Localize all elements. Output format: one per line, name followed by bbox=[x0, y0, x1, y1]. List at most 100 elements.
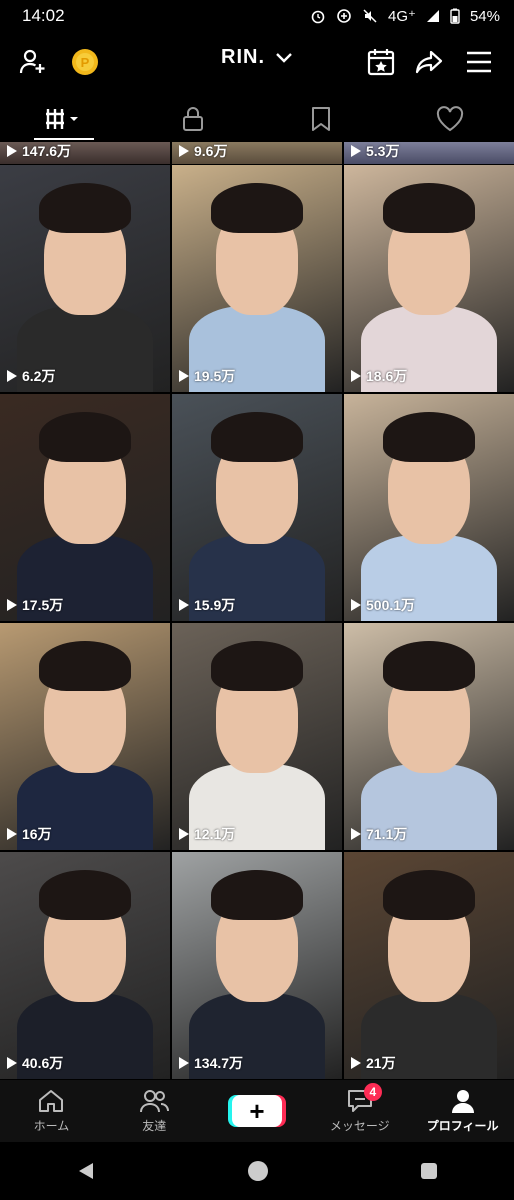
person-hair bbox=[39, 870, 131, 921]
thumbnail-image bbox=[0, 394, 170, 621]
view-count-label: 19.5万 bbox=[194, 368, 236, 384]
plus-icon: + bbox=[249, 1095, 265, 1126]
video-thumbnail[interactable]: 15.9万 bbox=[172, 394, 342, 621]
play-icon bbox=[179, 828, 189, 840]
battery-label: 54% bbox=[469, 7, 500, 25]
view-count: 500.1万 bbox=[351, 595, 415, 615]
view-count: 9.6万 bbox=[179, 142, 227, 161]
tab-private[interactable] bbox=[129, 98, 258, 140]
video-thumbnail[interactable]: 5.3万 bbox=[344, 142, 514, 164]
video-thumbnail[interactable]: 6.2万 bbox=[0, 165, 170, 392]
view-count-label: 21万 bbox=[366, 1055, 396, 1071]
thumbnail-image bbox=[0, 623, 170, 850]
play-icon bbox=[179, 599, 189, 611]
signal-icon bbox=[426, 10, 439, 22]
video-thumbnail[interactable]: 147.6万 bbox=[0, 142, 170, 164]
video-grid: 147.6万 9.6万 5.3万 6.2万 19.5万 18.6万 17.5万 15.9… bbox=[0, 142, 514, 1080]
tab-liked[interactable] bbox=[386, 98, 514, 140]
video-thumbnail[interactable]: 134.7万 bbox=[172, 852, 342, 1079]
person-hair bbox=[383, 183, 475, 234]
video-thumbnail[interactable]: 9.6万 bbox=[172, 142, 342, 164]
video-thumbnail[interactable]: 40.6万 bbox=[0, 852, 170, 1079]
nav-friends[interactable]: 友達 bbox=[103, 1080, 206, 1142]
video-row: 6.2万 19.5万 18.6万 bbox=[0, 165, 514, 392]
chevron-down-icon bbox=[276, 52, 292, 63]
view-count-label: 16万 bbox=[22, 826, 52, 842]
hamburger-menu-icon bbox=[467, 51, 491, 73]
video-thumbnail[interactable]: 19.5万 bbox=[172, 165, 342, 392]
view-count-label: 40.6万 bbox=[22, 1055, 64, 1071]
video-row: 16万 12.1万 71.1万 bbox=[0, 623, 514, 850]
video-thumbnail[interactable]: 16万 bbox=[0, 623, 170, 850]
partial-video-row: 147.6万 9.6万 5.3万 bbox=[0, 142, 514, 164]
back-icon[interactable] bbox=[75, 1160, 97, 1182]
person-hair bbox=[211, 641, 303, 692]
thumbnail-image bbox=[172, 623, 342, 850]
menu-button[interactable] bbox=[462, 45, 496, 79]
status-icons: 4G⁺ 54% bbox=[310, 7, 500, 25]
create-button[interactable]: + bbox=[231, 1095, 282, 1127]
video-thumbnail[interactable]: 500.1万 bbox=[344, 394, 514, 621]
person-hair bbox=[383, 641, 475, 692]
nav-home[interactable]: ホーム bbox=[0, 1080, 103, 1142]
view-count-label: 5.3万 bbox=[366, 143, 400, 159]
view-count: 17.5万 bbox=[7, 595, 63, 615]
view-count: 21万 bbox=[351, 1053, 396, 1073]
recents-icon[interactable] bbox=[419, 1161, 439, 1181]
video-thumbnail[interactable]: 71.1万 bbox=[344, 623, 514, 850]
bookmark-icon bbox=[312, 107, 331, 131]
friends-icon bbox=[140, 1090, 170, 1113]
message-badge: 4 bbox=[363, 1083, 382, 1101]
home-icon bbox=[39, 1090, 64, 1112]
view-count: 147.6万 bbox=[7, 142, 71, 161]
status-time: 14:02 bbox=[22, 6, 65, 25]
battery-icon bbox=[450, 8, 460, 24]
calendar-star-icon bbox=[367, 49, 395, 76]
view-count: 134.7万 bbox=[179, 1053, 243, 1073]
view-count-label: 15.9万 bbox=[194, 597, 236, 613]
status-bar: 14:02 4G⁺ 54% bbox=[0, 0, 514, 32]
video-thumbnail[interactable]: 18.6万 bbox=[344, 165, 514, 392]
video-row: 17.5万 15.9万 500.1万 bbox=[0, 394, 514, 621]
share-icon bbox=[415, 50, 443, 74]
thumbnail-image bbox=[344, 623, 514, 850]
person-hair bbox=[211, 412, 303, 463]
username-title: RIN. bbox=[221, 46, 265, 68]
view-count: 5.3万 bbox=[351, 142, 399, 161]
nav-messages[interactable]: 4 メッセージ bbox=[308, 1080, 411, 1142]
view-count-label: 9.6万 bbox=[194, 143, 228, 159]
network-label: 4G⁺ bbox=[388, 8, 416, 25]
video-thumbnail[interactable]: 21万 bbox=[344, 852, 514, 1079]
profile-header: P RIN. bbox=[0, 32, 514, 94]
play-icon bbox=[351, 145, 361, 157]
view-count: 19.5万 bbox=[179, 366, 235, 386]
play-icon bbox=[7, 599, 17, 611]
view-count: 6.2万 bbox=[7, 366, 55, 386]
nav-create[interactable]: + bbox=[206, 1080, 309, 1142]
thumbnail-image bbox=[0, 165, 170, 392]
view-count: 15.9万 bbox=[179, 595, 235, 615]
video-thumbnail[interactable]: 17.5万 bbox=[0, 394, 170, 621]
home-circle-icon[interactable] bbox=[246, 1159, 270, 1183]
person-hair bbox=[383, 870, 475, 921]
view-count-label: 18.6万 bbox=[366, 368, 408, 384]
profile-tabs bbox=[0, 98, 514, 140]
thumbnail-image bbox=[172, 852, 342, 1079]
calendar-button[interactable] bbox=[364, 45, 398, 79]
tab-saved[interactable] bbox=[257, 98, 386, 140]
play-icon bbox=[7, 145, 17, 157]
view-count-label: 6.2万 bbox=[22, 368, 56, 384]
nav-profile[interactable]: プロフィール bbox=[411, 1080, 514, 1142]
bottom-nav: ホーム 友達 + 4 メッセージ プロフィール bbox=[0, 1080, 514, 1142]
play-icon bbox=[7, 828, 17, 840]
play-icon bbox=[351, 1057, 361, 1069]
data-saver-icon bbox=[337, 9, 351, 23]
alarm-icon bbox=[311, 10, 325, 24]
play-icon bbox=[351, 599, 361, 611]
lock-icon bbox=[182, 107, 203, 131]
view-count-label: 12.1万 bbox=[194, 826, 236, 842]
view-count: 16万 bbox=[7, 824, 52, 844]
share-button[interactable] bbox=[412, 45, 446, 79]
video-thumbnail[interactable]: 12.1万 bbox=[172, 623, 342, 850]
tab-videos[interactable] bbox=[0, 98, 129, 140]
